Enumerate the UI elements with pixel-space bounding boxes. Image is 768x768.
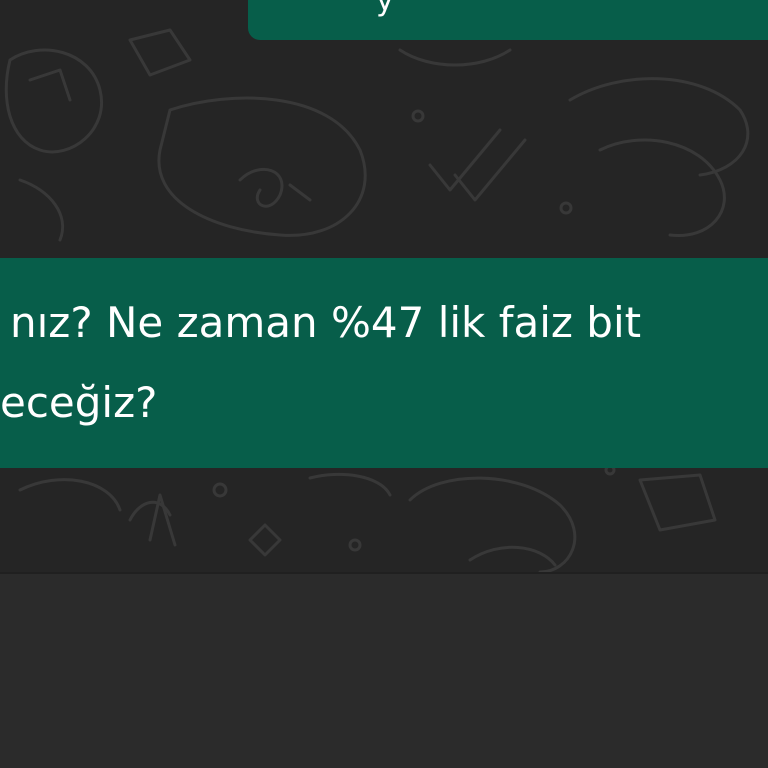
previous-message-bubble[interactable]: y	[248, 0, 768, 40]
previous-message-text: y	[376, 0, 394, 18]
message-text-line-2: eceğiz?	[0, 378, 158, 427]
chat-message-area[interactable]: y nız? Ne zaman %47 lik faiz bit eceğiz?	[0, 0, 768, 572]
message-composer-area[interactable]	[0, 572, 768, 768]
